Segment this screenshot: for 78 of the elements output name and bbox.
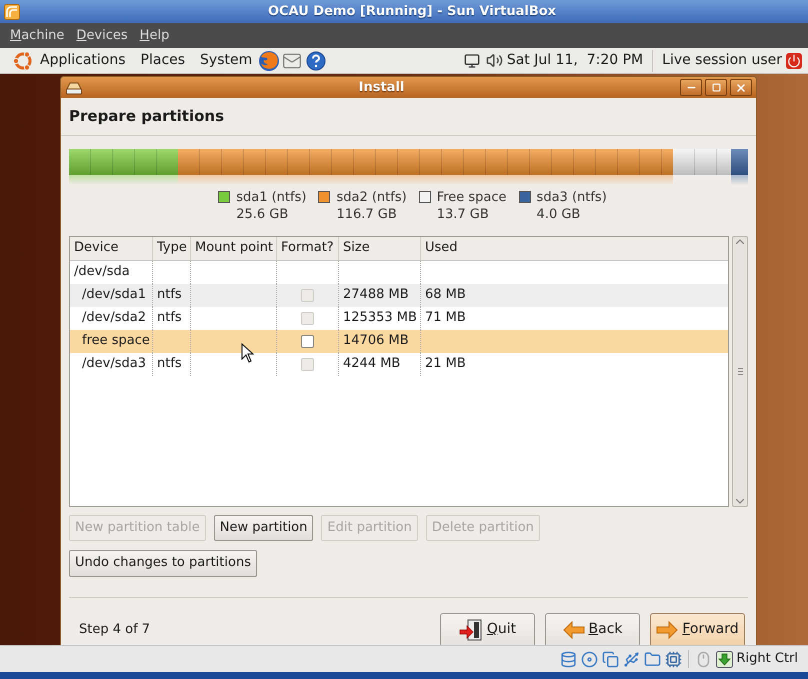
format-checkbox[interactable] xyxy=(301,334,314,348)
mouse-pointer-icon xyxy=(241,342,254,362)
close-icon xyxy=(735,82,747,94)
chip-icon[interactable] xyxy=(664,650,682,668)
power-icon[interactable] xyxy=(786,52,802,68)
undo-button[interactable]: Undo changes to partitions xyxy=(69,550,257,576)
scrollbar[interactable] xyxy=(732,236,748,506)
close-button[interactable] xyxy=(730,79,752,96)
exit-door-icon xyxy=(458,618,483,640)
legend-label: Free space xyxy=(436,188,507,206)
table-row[interactable]: /dev/sda xyxy=(70,260,728,284)
table-cell-text: /dev/sda2 xyxy=(81,309,146,328)
disk-icon[interactable] xyxy=(560,650,576,668)
table-cell-text: 125353 MB xyxy=(343,309,417,328)
clock[interactable]: Sat Jul 11, 7:20 PM xyxy=(506,50,644,71)
table-cell-text: 21 MB xyxy=(425,355,466,374)
table-cell-text: /dev/sda xyxy=(74,263,130,282)
legend-size: 116.7 GB xyxy=(336,206,398,222)
legend-size: 25.6 GB xyxy=(236,206,290,222)
network-icon[interactable] xyxy=(464,52,480,68)
table-cell-text: ntfs xyxy=(157,355,182,374)
menu-item[interactable]: Devices xyxy=(76,26,128,46)
download-arrow-icon[interactable] xyxy=(716,650,732,668)
step-indicator: Step 4 of 7 xyxy=(79,620,150,639)
left-arrow-icon xyxy=(562,620,584,638)
partition-button[interactable]: New partition xyxy=(214,514,314,540)
minimize-button[interactable] xyxy=(680,79,702,96)
scroll-down-icon[interactable] xyxy=(736,498,744,504)
table-cell-text: /dev/sda1 xyxy=(81,286,146,304)
right-arrow-icon xyxy=(656,620,678,638)
column-header[interactable]: Size xyxy=(339,236,421,260)
nav-button[interactable]: Back xyxy=(545,612,640,645)
table-row[interactable]: /dev/sda1 ntfs 27488 MB 68 MB xyxy=(70,284,728,306)
menu-item[interactable]: Help xyxy=(140,26,170,46)
app-icon xyxy=(4,4,20,20)
column-header[interactable]: Used xyxy=(421,236,728,260)
legend-size: 4.0 GB xyxy=(536,206,582,222)
user-name[interactable]: Live session user xyxy=(662,50,782,71)
usb-icon[interactable] xyxy=(622,650,640,668)
page-heading: Prepare partitions xyxy=(69,106,226,127)
panel-menu[interactable]: Applications xyxy=(40,50,126,71)
legend-label: sda2 (ntfs) xyxy=(336,188,407,206)
scroll-up-icon[interactable] xyxy=(736,238,744,244)
browser-icon[interactable] xyxy=(258,50,280,72)
table-cell-text: ntfs xyxy=(157,309,182,328)
disc-icon[interactable] xyxy=(580,650,598,668)
table-cell-text: /dev/sda3 xyxy=(81,355,146,374)
table-row[interactable]: /dev/sda2 ntfs 125353 MB 71 MB xyxy=(70,306,728,330)
table-row[interactable]: free space 14706 MB xyxy=(70,330,728,352)
column-header[interactable]: Type xyxy=(153,236,191,260)
drive-icon xyxy=(65,80,83,96)
table-cell-text: 27488 MB xyxy=(343,286,409,304)
maximize-button[interactable] xyxy=(705,79,727,96)
panel-menu[interactable]: System xyxy=(200,50,252,71)
table-cell-text: 71 MB xyxy=(425,309,466,328)
panel-menu[interactable]: Places xyxy=(140,50,186,71)
nav-button[interactable]: Forward xyxy=(650,612,745,645)
legend-label: sda1 (ntfs) xyxy=(236,188,306,206)
folder-icon[interactable] xyxy=(644,650,660,668)
table-cell-text: ntfs xyxy=(157,286,182,304)
column-header[interactable]: Format? xyxy=(277,236,339,260)
help-icon[interactable] xyxy=(306,50,326,70)
table-row[interactable]: /dev/sda3 ntfs 4244 MB 21 MB xyxy=(70,352,728,376)
nav-button[interactable]: Quit xyxy=(440,612,535,645)
legend-label: sda3 (ntfs) xyxy=(536,188,607,206)
window-title: Install xyxy=(358,78,404,97)
column-header[interactable]: Mount point xyxy=(191,236,277,260)
table-cell-text: free space xyxy=(81,332,150,350)
table-cell-text: 14706 MB xyxy=(343,332,409,350)
menu-item[interactable]: Machine xyxy=(10,26,64,46)
table-cell-text: 4244 MB xyxy=(343,355,400,374)
window-title: OCAU Demo [Running] - Sun VirtualBox xyxy=(268,2,556,21)
legend-size: 13.7 GB xyxy=(436,206,490,222)
host-key-label: Right Ctrl xyxy=(736,650,798,668)
column-header[interactable]: Device xyxy=(70,236,153,260)
volume-icon[interactable] xyxy=(486,52,503,69)
maximize-icon xyxy=(712,83,720,92)
table-cell-text: 68 MB xyxy=(425,286,466,304)
